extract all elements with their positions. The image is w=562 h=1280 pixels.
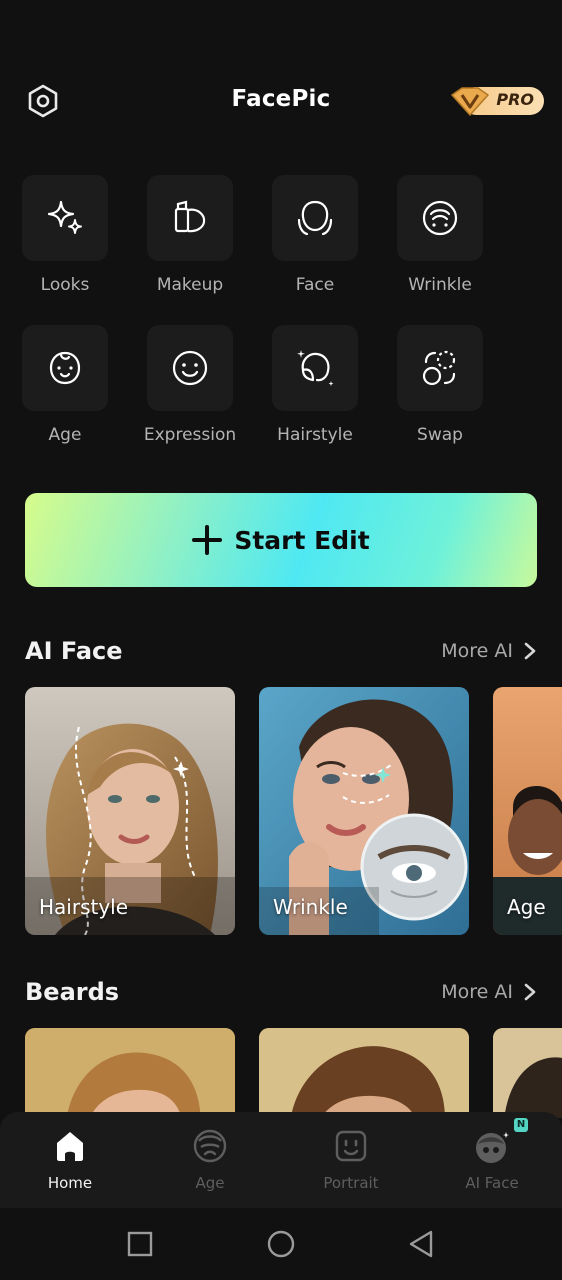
system-nav-bar — [0, 1208, 562, 1280]
ai-face-cards: Hairstyle Wrinkle Age — [25, 687, 562, 935]
tool-label: Wrinkle — [408, 275, 472, 295]
beard-card[interactable] — [493, 1028, 562, 1118]
age-face-icon — [190, 1126, 230, 1166]
tool-makeup[interactable]: Makeup — [135, 175, 245, 295]
tool-label: Hairstyle — [277, 425, 353, 445]
card-label: Hairstyle — [39, 895, 129, 919]
home-nav-button[interactable] — [265, 1228, 297, 1260]
back-nav-button[interactable] — [405, 1228, 437, 1260]
more-label: More AI — [441, 981, 513, 1003]
tool-looks[interactable]: Looks — [10, 175, 120, 295]
tool-face[interactable]: Face — [260, 175, 370, 295]
card-label: Wrinkle — [273, 895, 348, 919]
square-icon — [127, 1231, 153, 1257]
start-edit-label: Start Edit — [234, 525, 370, 555]
ai-face-icon: N — [472, 1118, 528, 1166]
beards-section-header: Beards More AI — [25, 978, 537, 1010]
chevron-right-icon — [524, 642, 536, 660]
ai-face-more-link[interactable]: More AI — [441, 640, 537, 662]
beard-card-image — [259, 1028, 469, 1118]
tab-portrait[interactable]: Portrait — [291, 1126, 411, 1192]
new-badge: N — [514, 1118, 528, 1132]
baby-face-icon — [49, 351, 81, 385]
recent-apps-button[interactable] — [124, 1228, 156, 1260]
wrinkle-icon — [422, 200, 458, 236]
face-swap-icon — [422, 350, 456, 386]
tool-tile — [272, 175, 358, 261]
beards-more-link[interactable]: More AI — [441, 981, 537, 1003]
tool-tile — [147, 325, 233, 411]
sparkles-icon — [47, 200, 82, 234]
app-header: FacePic PRO — [0, 80, 562, 122]
tool-label: Swap — [417, 425, 463, 445]
tab-label: Portrait — [323, 1174, 379, 1192]
back-triangle-icon — [409, 1230, 433, 1258]
tool-hairstyle[interactable]: Hairstyle — [260, 325, 370, 445]
tool-label: Age — [48, 425, 82, 445]
section-title: Beards — [25, 978, 120, 1006]
card-hairstyle[interactable]: Hairstyle — [25, 687, 235, 935]
tab-home[interactable]: Home — [10, 1126, 130, 1192]
beard-card[interactable] — [25, 1028, 235, 1118]
tab-ai-face[interactable]: N AI Face — [432, 1118, 552, 1192]
tool-label: Expression — [143, 425, 237, 445]
chevron-right-icon — [524, 983, 536, 1001]
plus-icon — [192, 525, 223, 555]
portrait-icon — [331, 1126, 371, 1166]
vip-gem-icon — [450, 87, 490, 117]
ai-face-section-header: AI Face More AI — [25, 637, 537, 669]
tool-wrinkle[interactable]: Wrinkle — [385, 175, 495, 295]
tool-label: Makeup — [156, 275, 224, 295]
tool-tile — [397, 325, 483, 411]
beards-cards — [25, 1028, 562, 1118]
tool-swap[interactable]: Swap — [385, 325, 495, 445]
beard-card[interactable] — [259, 1028, 469, 1118]
tool-tile — [147, 175, 233, 261]
home-icon — [50, 1126, 90, 1166]
beard-card-image — [493, 1028, 562, 1118]
card-age[interactable]: Age — [493, 687, 562, 935]
card-wrinkle[interactable]: Wrinkle — [259, 687, 469, 935]
card-label: Age — [507, 895, 546, 919]
tool-tile — [397, 175, 483, 261]
hairstyle-icon — [297, 350, 334, 386]
tab-label: Age — [195, 1174, 225, 1192]
makeup-icon — [174, 200, 206, 233]
pro-label: PRO — [496, 90, 534, 109]
start-edit-button[interactable]: Start Edit — [25, 493, 537, 587]
section-title: AI Face — [25, 637, 123, 665]
tab-label: AI Face — [465, 1174, 519, 1192]
tool-expression[interactable]: Expression — [135, 325, 245, 445]
tool-age[interactable]: Age — [10, 325, 120, 445]
pro-badge[interactable]: PRO — [448, 85, 544, 117]
tool-tile — [22, 175, 108, 261]
beard-card-image — [25, 1028, 235, 1118]
tab-label: Home — [47, 1174, 93, 1192]
face-outline-icon — [297, 200, 333, 236]
tool-tile — [22, 325, 108, 411]
tool-label: Looks — [40, 275, 90, 295]
tool-label: Face — [295, 275, 335, 295]
more-label: More AI — [441, 640, 513, 662]
tool-tile — [272, 325, 358, 411]
tab-age[interactable]: Age — [150, 1126, 270, 1192]
circle-icon — [267, 1230, 295, 1258]
bottom-tab-bar: Home Age Portrait N AI Face — [0, 1112, 562, 1208]
smiley-icon — [172, 350, 208, 386]
